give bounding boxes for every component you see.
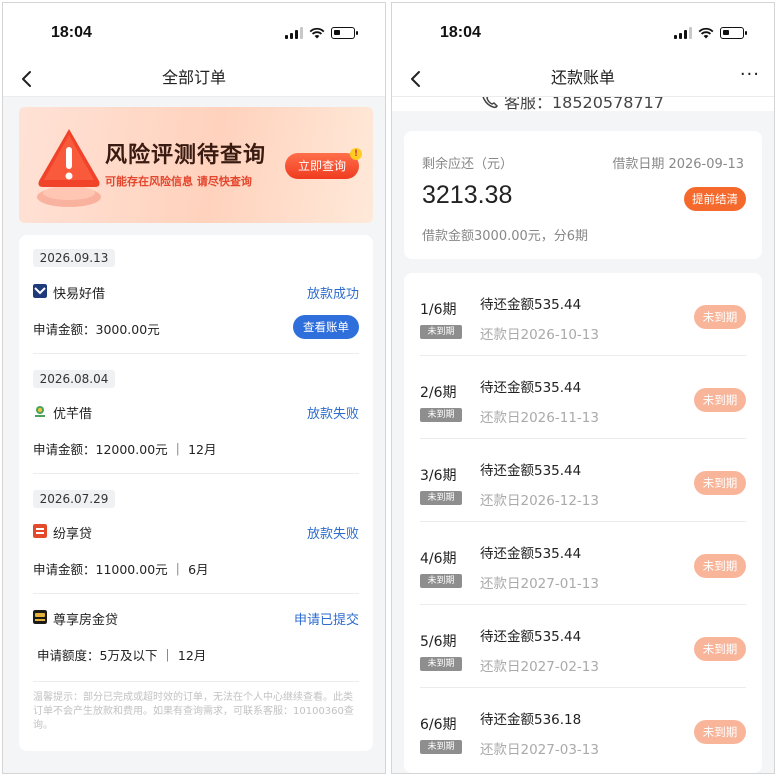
nav-bar: 全部订单 [3,63,385,97]
order-status[interactable]: 申请已提交 [294,609,359,628]
query-now-button[interactable]: 立即查询 ! [285,148,362,179]
nav-bar: 还款账单 ··· [392,63,774,97]
installment-period: 1/6期 [420,302,457,318]
due-amount: 待还金额535.44 [480,463,582,479]
status-bar: 18:04 [3,3,385,63]
apply-amount: 申请金额：11000.00元 ｜ 6月 [33,562,209,577]
alert-badge: ! [350,148,362,160]
order-date: 2026.08.04 [33,370,115,388]
back-arrow-icon[interactable] [406,69,426,89]
due-amount: 待还金额536.18 [480,712,582,728]
lender-logo-icon [33,524,47,538]
due-date: 还款日2027-03-13 [480,742,599,758]
warning-icon [37,129,101,207]
installment-row[interactable]: 1/6期 未到期 待还金额535.44 还款日2026-10-13 未到期 [404,273,762,356]
not-due-tag: 未到期 [420,491,462,505]
due-amount: 待还金额535.44 [480,380,582,396]
wifi-icon [309,27,325,39]
order-status[interactable]: 放款失败 [307,403,359,422]
lender-name: 快易好借 [53,287,106,302]
order-date: 2026.09.13 [33,249,115,267]
divider [33,593,359,594]
installment-period: 4/6期 [420,551,457,567]
due-date: 还款日2027-02-13 [480,659,599,675]
lender-name: 尊享房金贷 [53,613,119,628]
loan-info: 借款金额3000.00元，分6期 [422,229,589,244]
lender-logo-icon [33,610,47,624]
order-date: 2026.07.29 [33,490,115,508]
early-payoff-button[interactable]: 提前结清 [684,187,746,211]
order-status[interactable]: 放款成功 [307,283,359,302]
status-pill[interactable]: 未到期 [694,637,746,661]
remaining-label: 剩余应还（元） [422,157,514,172]
signal-icon [285,27,303,39]
apply-amount: 申请金额：12000.00元 ｜ 12月 [33,442,217,457]
status-pill[interactable]: 未到期 [694,720,746,744]
remaining-amount: 3213.38 [422,181,513,209]
banner-subtitle: 可能存在风险信息 请尽快查询 [105,175,252,188]
risk-banner[interactable]: 风险评测待查询 可能存在风险信息 请尽快查询 立即查询 ! [19,107,373,223]
more-menu-icon[interactable]: ··· [740,64,760,85]
installment-period: 2/6期 [420,385,457,401]
installment-row[interactable]: 4/6期 未到期 待还金额535.44 还款日2027-01-13 未到期 [404,522,762,605]
due-amount: 待还金额535.44 [480,546,582,562]
repayment-summary: 剩余应还（元） 借款日期 2026-09-13 3213.38 提前结清 借款金… [404,131,762,259]
wifi-icon [698,27,714,39]
status-pill[interactable]: 未到期 [694,471,746,495]
installment-row[interactable]: 2/6期 未到期 待还金额535.44 还款日2026-11-13 未到期 [404,356,762,439]
divider [33,473,359,474]
apply-amount: 申请额度：5万及以下 ｜ 12月 [37,648,207,663]
not-due-tag: 未到期 [420,574,462,588]
not-due-tag: 未到期 [420,325,462,339]
due-date: 还款日2026-12-13 [480,493,599,509]
apply-amount: 申请金额：3000.00元 [33,322,160,337]
banner-title: 风险评测待查询 [105,143,267,168]
customer-service-text: 客服：18520578717 [504,97,664,111]
orders-list: 2026.09.13 快易好借 放款成功 申请金额：3000.00元 查看账单 … [19,235,373,751]
back-arrow-icon[interactable] [17,69,37,89]
signal-icon [674,27,692,39]
status-time: 18:04 [440,24,481,41]
page-title: 还款账单 [550,68,615,87]
due-date: 还款日2026-10-13 [480,327,599,343]
query-now-label: 立即查询 [297,159,346,173]
tip-text: 温馨提示：部分已完成或超时效的订单，无法在个人中心继续查看。此类订单不会产生放款… [33,692,354,731]
lender-logo-icon [33,284,47,298]
lender-name: 纷享贷 [53,527,93,542]
not-due-tag: 未到期 [420,657,462,671]
status-pill[interactable]: 未到期 [694,305,746,329]
installment-row[interactable]: 5/6期 未到期 待还金额535.44 还款日2027-02-13 未到期 [404,605,762,688]
not-due-tag: 未到期 [420,740,462,754]
installment-row[interactable]: 3/6期 未到期 待还金额535.44 还款日2026-12-13 未到期 [404,439,762,522]
status-pill[interactable]: 未到期 [694,388,746,412]
page-title: 全部订单 [161,68,226,87]
installment-period: 6/6期 [420,717,457,733]
divider [33,353,359,354]
installment-period: 3/6期 [420,468,457,484]
orders-screen: 18:04 全部订单 风险评测待查询 可能存在风险信息 请尽快查询 立即查询 !… [2,2,386,774]
lender-name: 优芊借 [53,407,93,422]
phone-icon [482,97,498,109]
status-bar: 18:04 [392,3,774,63]
order-status[interactable]: 放款失败 [307,523,359,542]
due-amount: 待还金额535.44 [480,629,582,645]
installment-period: 5/6期 [420,634,457,650]
due-amount: 待还金额535.44 [480,297,582,313]
divider [33,681,359,682]
due-date: 还款日2027-01-13 [480,576,599,592]
battery-icon [720,27,747,39]
view-bill-button[interactable]: 查看账单 [293,315,359,339]
installment-row[interactable]: 6/6期 未到期 待还金额536.18 还款日2027-03-13 未到期 [404,688,762,771]
loan-date: 借款日期 2026-09-13 [612,157,744,172]
not-due-tag: 未到期 [420,408,462,422]
status-pill[interactable]: 未到期 [694,554,746,578]
bill-screen: 18:04 还款账单 ··· 客服：18520578717 剩余应还（元） 借款… [391,2,775,774]
installment-list: 1/6期 未到期 待还金额535.44 还款日2026-10-13 未到期 2/… [404,273,762,773]
status-time: 18:04 [51,24,92,41]
lender-logo-icon [35,406,45,417]
due-date: 还款日2026-11-13 [480,410,599,426]
customer-service-line[interactable]: 客服：18520578717 [392,97,774,111]
battery-icon [331,27,358,39]
